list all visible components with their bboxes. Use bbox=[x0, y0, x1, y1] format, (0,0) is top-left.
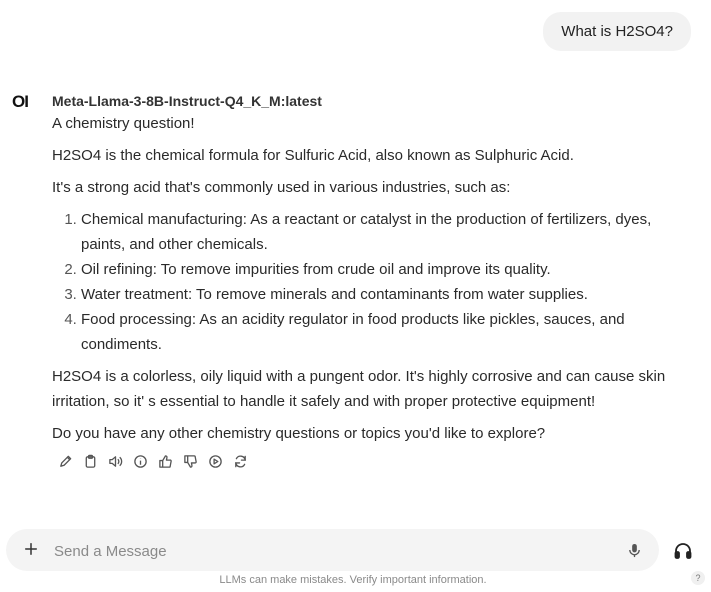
message-paragraph: H2SO4 is the chemical formula for Sulfur… bbox=[52, 147, 574, 164]
list-item: Water treatment: To remove minerals and … bbox=[81, 282, 692, 307]
list-item: Food processing: As an acidity regulator… bbox=[81, 307, 692, 357]
thumbs-up-icon[interactable] bbox=[157, 453, 174, 470]
continue-icon[interactable] bbox=[207, 453, 224, 470]
message-paragraph: H2SO4 is a colorless, oily liquid with a… bbox=[52, 368, 666, 410]
message-paragraph: A chemistry question! bbox=[52, 115, 195, 132]
list-item: Chemical manufacturing: As a reactant or… bbox=[81, 207, 692, 257]
read-aloud-icon[interactable] bbox=[107, 453, 124, 470]
disclaimer-text: LLMs can make mistakes. Verify important… bbox=[219, 574, 487, 586]
help-button[interactable]: ? bbox=[691, 571, 705, 585]
add-attachment-button[interactable] bbox=[20, 538, 42, 560]
model-name: Meta-Llama-3-8B-Instruct-Q4_K_M:latest bbox=[52, 93, 322, 109]
message-paragraph: Do you have any other chemistry question… bbox=[52, 425, 546, 442]
microphone-icon[interactable] bbox=[624, 540, 644, 560]
info-icon[interactable] bbox=[132, 453, 149, 470]
assistant-message: Meta-Llama-3-8B-Instruct-Q4_K_M:latest A… bbox=[52, 91, 692, 470]
edit-icon[interactable] bbox=[57, 453, 74, 470]
message-list: Chemical manufacturing: As a reactant or… bbox=[52, 207, 692, 357]
regenerate-icon[interactable] bbox=[232, 453, 249, 470]
voice-call-headphone-icon[interactable] bbox=[671, 539, 695, 563]
assistant-avatar: OI bbox=[12, 92, 29, 111]
thumbs-down-icon[interactable] bbox=[182, 453, 199, 470]
copy-icon[interactable] bbox=[82, 453, 99, 470]
user-message-bubble: What is H2SO4? bbox=[543, 12, 691, 51]
message-paragraph: It's a strong acid that's commonly used … bbox=[52, 179, 511, 196]
message-actions bbox=[52, 453, 692, 470]
message-input[interactable] bbox=[52, 538, 616, 564]
list-item: Oil refining: To remove impurities from … bbox=[81, 257, 692, 282]
message-composer bbox=[6, 529, 659, 571]
assistant-message-body: A chemistry question! H2SO4 is the chemi… bbox=[52, 111, 692, 446]
